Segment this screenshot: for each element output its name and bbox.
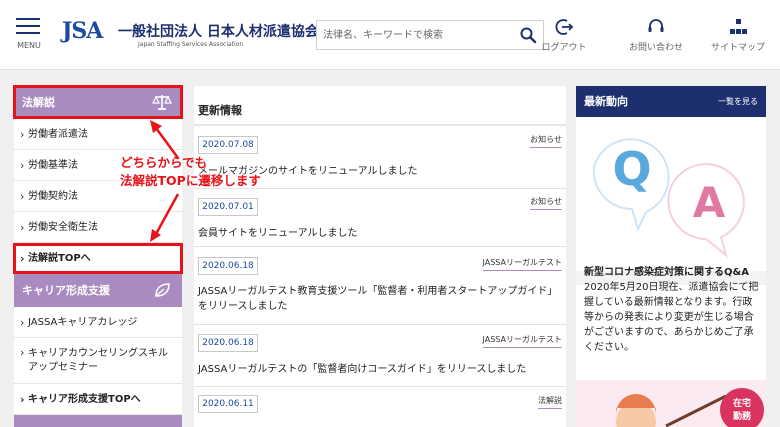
scales-icon (152, 95, 172, 110)
logo-name-en: Japan Staffing Services Association (138, 41, 244, 48)
sidebar-item-career-college[interactable]: JASSAキャリアカレッジ (14, 307, 182, 338)
contact-label: お問い合わせ (628, 43, 683, 53)
news-tag: JASSAリーガルテスト (482, 257, 562, 271)
logo-name-jp: 一般社団法人 日本人材派遣協会 (118, 24, 319, 40)
sidebar-item-dispatch-law[interactable]: 労働者派遣法 (14, 119, 182, 150)
logout-icon (555, 19, 574, 35)
news-text: JASSAリーガルテストの「監督者向けコースガイド」をリリースしました (198, 364, 527, 375)
news-tag: JASSAリーガルテスト (482, 334, 562, 348)
divider (194, 324, 566, 325)
sidebar-item-law-top[interactable]: 法解説TOPへ (14, 243, 182, 274)
sidebar-item-career-top[interactable]: キャリア形成支援TOPへ (14, 384, 182, 415)
sidebar-section-title: 法解説 (22, 96, 55, 109)
remote-work-banner[interactable]: 在宅 勤務 (576, 380, 766, 427)
sidebar-item-counseling-seminar[interactable]: キャリアカウンセリングスキル アップセミナー (14, 338, 182, 384)
article-text: 2020年5月20日現在、派遣協会にて把握している最新情報となります。行政等から… (584, 282, 759, 353)
divider (194, 246, 566, 247)
news-tag: 法解説 (538, 395, 562, 409)
q-letter: Q (612, 142, 651, 196)
hamburger-icon (16, 18, 40, 20)
divider (194, 124, 566, 126)
annotation-line: 法解説TOPに遷移します (120, 173, 261, 188)
logout-label: ログアウト (541, 43, 587, 53)
news-tag: お知らせ (530, 134, 562, 148)
logo-mark: JSA (62, 18, 103, 44)
site-header: MENU JSA 一般社団法人 日本人材派遣協会 Japan Staffing … (0, 0, 780, 70)
sidebar-section-law[interactable]: 法解説 (14, 86, 182, 119)
qa-bubbles-illustration: Q A (592, 138, 745, 258)
view-all-link[interactable]: 一覧を見る (718, 86, 758, 117)
headset-icon (648, 19, 664, 32)
news-date: 2020.07.08 (198, 136, 258, 154)
news-title: 更新情報 (198, 104, 242, 117)
latest-trends-title: 最新動向 (584, 95, 628, 108)
page: MENU JSA 一般社団法人 日本人材派遣協会 Japan Staffing … (0, 0, 780, 427)
news-date: 2020.06.18 (198, 257, 258, 275)
search-input[interactable] (317, 21, 515, 49)
latest-trends-panel: 最新動向 一覧を見る Q A 新型コロナ感染症対策に関するQ&A 2020年5月… (576, 86, 766, 427)
news-date: 2020.06.18 (198, 334, 258, 352)
news-date: 2020.07.01 (198, 198, 258, 216)
news-text: JASSAリーガルテスト教育支援ツール「監督者・利用者スタートアップガイド」をリ… (198, 286, 558, 312)
sitemap-icon (730, 19, 747, 34)
article-title[interactable]: 新型コロナ感染症対策に関するQ&A (584, 263, 749, 278)
search-box (316, 20, 544, 50)
leaf-icon (155, 283, 170, 297)
left-sidebar: 法解説 労働者派遣法 労働基準法 労働契約法 労働安全衛生法 法解説TOPへ キ… (14, 86, 182, 427)
sidebar-item-safety-health[interactable]: 労働安全衛生法 (14, 212, 182, 243)
annotation-line: どちらからでも (120, 155, 208, 170)
remote-work-illustration: 在宅 勤務 (616, 388, 764, 427)
sidebar-section-next[interactable] (14, 415, 182, 427)
sidebar-section-career[interactable]: キャリア形成支援 (14, 274, 182, 307)
logout-link[interactable]: ログアウト (534, 18, 594, 58)
site-logo[interactable]: JSA 一般社団法人 日本人材派遣協会 Japan Staffing Servi… (62, 18, 319, 54)
contact-link[interactable]: お問い合わせ (626, 18, 686, 58)
sidebar-item-label: キャリアカウンセリングスキル (28, 348, 168, 359)
sidebar-section-title: キャリア形成支援 (22, 284, 110, 297)
news-date: 2020.06.11 (198, 395, 258, 413)
sidebar-item-label: アップセミナー (28, 362, 98, 373)
badge-line: 勤務 (733, 410, 752, 422)
menu-button[interactable]: MENU (14, 16, 44, 52)
news-text: 会員サイトをリニューアルしました (198, 228, 358, 239)
menu-label: MENU (17, 41, 41, 50)
sitemap-label: サイトマップ (710, 43, 765, 53)
sitemap-link[interactable]: サイトマップ (708, 18, 768, 58)
a-letter: A (693, 178, 726, 227)
annotation-text: どちらからでも 法解説TOPに遷移します (120, 154, 261, 190)
latest-trends-header: 最新動向 一覧を見る (576, 86, 766, 117)
divider (194, 386, 566, 387)
news-tag: お知らせ (530, 196, 562, 210)
badge-line: 在宅 (733, 397, 751, 409)
news-panel: 更新情報 2020.07.08 お知らせ メールマガジンのサイトをリニューアルし… (194, 86, 566, 427)
